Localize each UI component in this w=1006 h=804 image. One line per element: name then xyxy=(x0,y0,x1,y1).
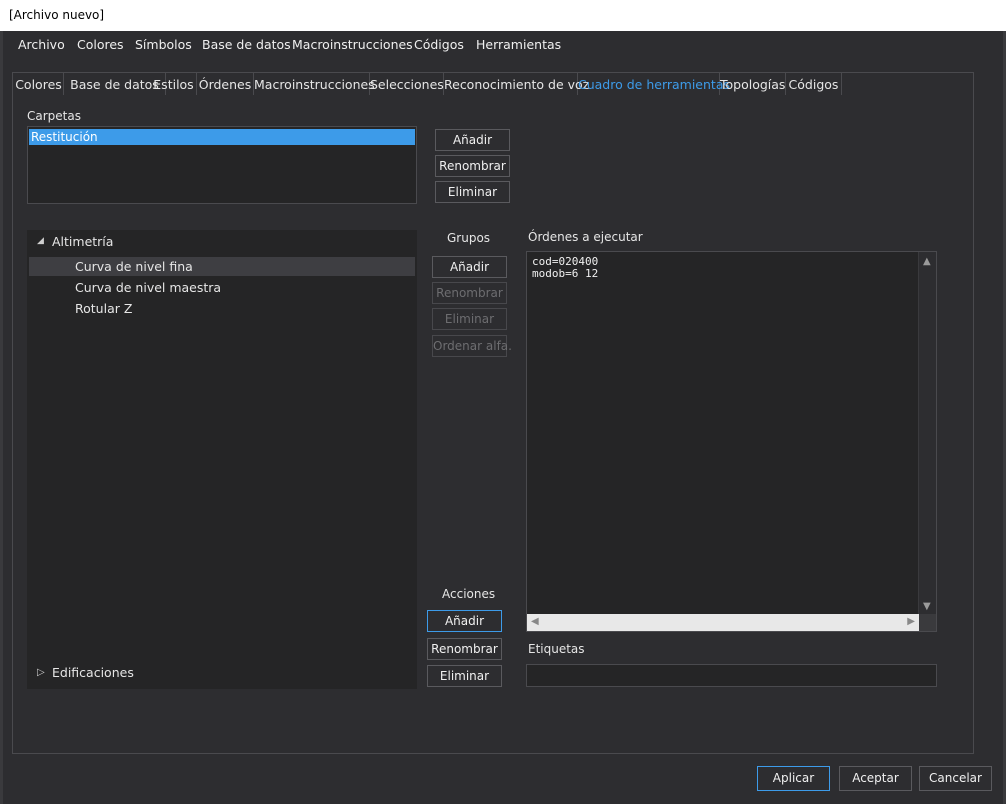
menu-codigos[interactable]: Códigos xyxy=(414,37,464,52)
menu-simbolos[interactable]: Símbolos xyxy=(135,37,192,52)
grupos-delete-button[interactable]: Eliminar xyxy=(432,308,507,330)
grupos-label: Grupos xyxy=(447,231,491,245)
tab-topologias[interactable]: Topologías xyxy=(720,73,786,95)
tree-group-altimetria[interactable]: ◢ Altimetría xyxy=(29,232,415,251)
menu-colores[interactable]: Colores xyxy=(77,37,124,52)
window-titlebar: [Archivo nuevo] xyxy=(0,0,1006,31)
apply-button[interactable]: Aplicar xyxy=(757,766,830,791)
acciones-rename-button[interactable]: Renombrar xyxy=(427,638,502,660)
acciones-delete-button[interactable]: Eliminar xyxy=(427,665,502,687)
tree-group-label: Edificaciones xyxy=(52,665,134,680)
collapsed-triangle-icon[interactable]: ▷ xyxy=(37,663,45,682)
grupos-add-button[interactable]: Añadir xyxy=(432,256,507,278)
carpetas-list[interactable]: Restitución xyxy=(27,126,417,204)
carpetas-rename-button[interactable]: Renombrar xyxy=(435,155,510,177)
tree-item[interactable]: Curva de nivel maestra xyxy=(29,278,415,297)
menu-macroinstrucciones[interactable]: Macroinstrucciones xyxy=(292,37,413,52)
scrollbar-corner xyxy=(919,614,936,631)
tab-ordenes[interactable]: Órdenes xyxy=(197,73,254,95)
grupos-sort-button[interactable]: Ordenar alfa. xyxy=(432,335,512,357)
etiquetas-label: Etiquetas xyxy=(528,642,585,656)
scroll-left-icon[interactable]: ◀ xyxy=(531,616,539,627)
tree-item[interactable]: Rotular Z xyxy=(29,299,415,318)
carpetas-delete-button[interactable]: Eliminar xyxy=(435,181,510,203)
tab-macroinstrucciones[interactable]: Macroinstrucciones xyxy=(254,73,375,95)
ordenes-label: Órdenes a ejecutar xyxy=(528,230,643,244)
carpetas-label: Carpetas xyxy=(27,109,81,123)
tree-item[interactable]: Curva de nivel fina xyxy=(29,257,415,276)
tab-codigos[interactable]: Códigos xyxy=(786,73,842,95)
tab-estilos[interactable]: Estilos xyxy=(151,73,197,95)
window-left-edge xyxy=(0,31,3,804)
menu-archivo[interactable]: Archivo xyxy=(18,37,65,52)
scroll-up-icon[interactable]: ▲ xyxy=(923,256,931,267)
tab-cuadro-de-herramientas[interactable]: Cuadro de herramientas xyxy=(578,73,730,95)
accept-button[interactable]: Aceptar xyxy=(839,766,912,791)
etiquetas-input[interactable] xyxy=(526,664,937,687)
grupos-rename-button[interactable]: Renombrar xyxy=(432,282,507,304)
menu-herramientas[interactable]: Herramientas xyxy=(476,37,561,52)
carpetas-add-button[interactable]: Añadir xyxy=(435,129,510,151)
scroll-right-icon[interactable]: ▶ xyxy=(907,616,915,627)
vertical-scrollbar[interactable]: ▲ ▼ xyxy=(918,252,936,614)
tree-group-edificaciones[interactable]: ▷ Edificaciones xyxy=(29,663,415,682)
tab-selecciones[interactable]: Selecciones xyxy=(370,73,444,95)
acciones-label: Acciones xyxy=(442,587,496,601)
tree-item-label: Curva de nivel fina xyxy=(75,259,193,274)
expanded-triangle-icon[interactable]: ◢ xyxy=(37,232,44,251)
horizontal-scrollbar[interactable]: ◀ ▶ xyxy=(527,614,919,631)
cancel-button[interactable]: Cancelar xyxy=(919,766,992,791)
scroll-down-icon[interactable]: ▼ xyxy=(923,601,931,612)
menu-base-de-datos[interactable]: Base de datos xyxy=(202,37,291,52)
tab-colores[interactable]: Colores xyxy=(14,73,64,95)
tree-group-label: Altimetría xyxy=(52,234,114,249)
tree-item-label: Curva de nivel maestra xyxy=(75,280,222,295)
acciones-add-button[interactable]: Añadir xyxy=(427,610,502,632)
window-title: [Archivo nuevo] xyxy=(9,8,105,22)
toolbox-tree[interactable]: ◢ Altimetría Curva de nivel fina Curva d… xyxy=(27,230,417,689)
ordenes-textarea[interactable]: cod=020400 modob=6 12 ▲ ▼ ◀ ▶ xyxy=(526,251,937,632)
menu-bar: Archivo Colores Símbolos Base de datos M… xyxy=(0,31,1006,58)
tab-reconocimiento-de-voz[interactable]: Reconocimiento de voz xyxy=(444,73,589,95)
tree-item-label: Rotular Z xyxy=(75,301,133,316)
carpetas-list-item[interactable]: Restitución xyxy=(29,129,415,145)
ordenes-text: cod=020400 modob=6 12 xyxy=(532,255,599,280)
